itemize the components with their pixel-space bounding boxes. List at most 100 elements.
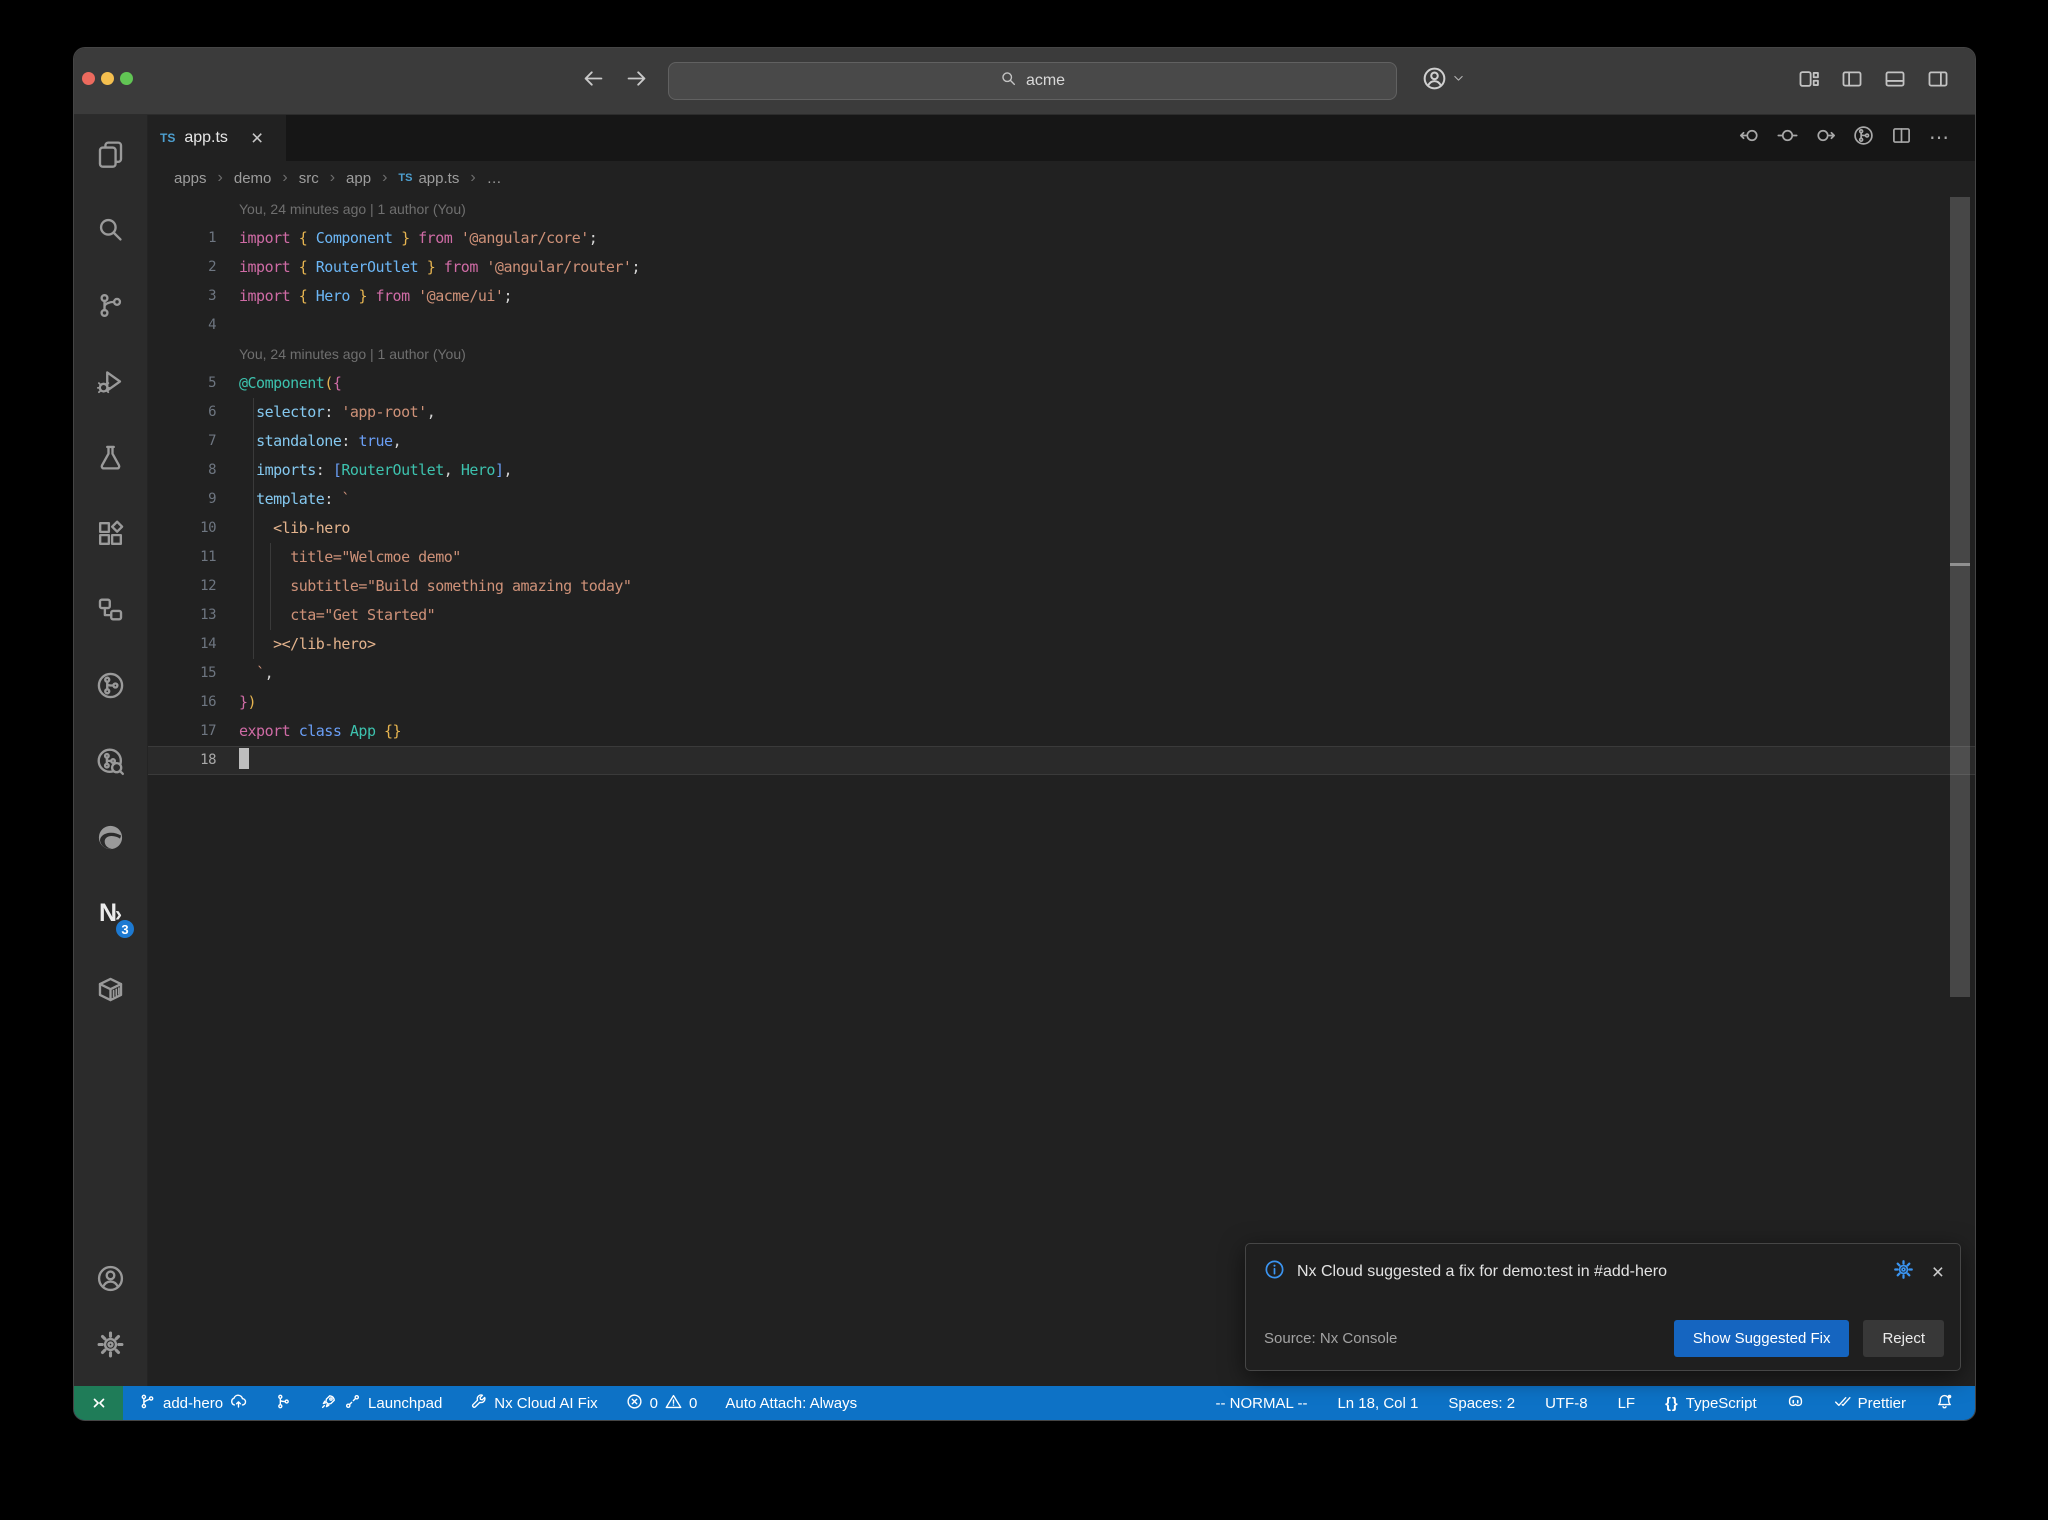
status-cursor-position-label: Ln 18, Col 1 [1337,1394,1419,1412]
activity-item-settings[interactable] [74,1311,147,1377]
status-indentation[interactable]: Spaces: 2 [1448,1395,1515,1412]
tab-close-icon[interactable]: × [251,128,263,149]
breadcrumb-item-src[interactable]: src [299,170,319,187]
line-number[interactable]: 15 [148,659,239,688]
code-editor[interactable]: You, 24 minutes ago | 1 author (You) 1 imp… [148,195,1975,1386]
nav-forward-button[interactable] [1815,125,1836,151]
status-prettier[interactable]: Prettier [1834,1393,1906,1414]
tab-app-ts[interactable]: TS app.ts × [148,115,286,161]
code-line-1[interactable]: 1 import { Component } from '@angular/cor… [148,224,1975,253]
line-number[interactable]: 9 [148,485,239,514]
activity-item-project-hierarchy[interactable] [74,571,147,647]
code-line-18[interactable]: 18 [148,746,1975,775]
code-line-16[interactable]: 16}) [148,688,1975,717]
close-button[interactable] [82,72,95,85]
line-number[interactable]: 14 [148,630,239,659]
code-line-3[interactable]: 3 import { Hero } from '@acme/ui'; [148,282,1975,311]
activity-item-nx-console[interactable]: N› 3 [74,875,147,951]
code-line-7[interactable]: 7 standalone: true, [148,427,1975,456]
minimize-button[interactable] [101,72,114,85]
code-line-4[interactable]: 4 [148,311,1975,340]
history-back-button[interactable] [582,67,605,95]
line-number[interactable]: 4 [148,311,239,340]
line-number [148,195,239,224]
activity-item-source-control[interactable] [74,267,147,343]
code-line-8[interactable]: 8 imports: [RouterOutlet, Hero], [148,456,1975,485]
code-line-13[interactable]: 13 cta="Get Started" [148,601,1975,630]
code-line-6[interactable]: 6 selector: 'app-root', [148,398,1975,427]
reject-button[interactable]: Reject [1863,1320,1944,1357]
line-number[interactable]: 6 [148,398,239,427]
status-commit-graph[interactable] [275,1393,292,1414]
line-number[interactable]: 1 [148,224,239,253]
status-branch-status[interactable]: add-hero [139,1393,247,1414]
code-line-9[interactable]: 9 template: ` [148,485,1975,514]
activity-item-commit-graph-search[interactable] [74,723,147,799]
activity-item-explorer[interactable] [74,115,147,191]
history-forward-button[interactable] [625,67,648,95]
close-icon[interactable]: × [1932,1262,1944,1283]
status-copilot[interactable] [1787,1393,1804,1414]
split-editor-button[interactable] [1891,125,1912,151]
status-auto-attach[interactable]: Auto Attach: Always [725,1395,857,1412]
line-number[interactable]: 2 [148,253,239,282]
status-launchpad[interactable]: Launchpad [320,1393,442,1414]
status-nx-cloud-ai-fix[interactable]: Nx Cloud AI Fix [470,1393,598,1414]
line-content: `, [256,664,274,682]
activity-item-extensions[interactable] [74,495,147,571]
activity-item-search[interactable] [74,191,147,267]
breadcrumb-item-apps[interactable]: apps [174,170,207,187]
toggle-secondary-sidebar-button[interactable] [1927,68,1949,95]
toggle-panel-button[interactable] [1884,68,1906,95]
code-line-17[interactable]: 17 export class App {} [148,717,1975,746]
activity-item-edge-tools[interactable] [74,799,147,875]
nav-position-button[interactable] [1777,125,1798,151]
breadcrumb-item-[interactable]: … [487,170,502,187]
customize-layout-button[interactable] [1798,68,1820,95]
activity-item-testing[interactable] [74,419,147,495]
breadcrumb-item-app[interactable]: app [346,170,371,187]
line-number[interactable]: 11 [148,543,239,572]
breadcrumb-item-appts[interactable]: TS app.ts [398,170,459,187]
zoom-button[interactable] [120,72,133,85]
gear-icon[interactable] [1893,1259,1914,1285]
more-actions-button[interactable]: ⋯ [1929,128,1949,149]
code-line-10[interactable]: 10 <lib-hero [148,514,1975,543]
code-line-12[interactable]: 12 subtitle="Build something amazing tod… [148,572,1975,601]
status-vim-mode[interactable]: -- NORMAL -- [1216,1395,1308,1412]
command-center-search[interactable]: acme [668,62,1397,100]
status-eol-sequence[interactable]: LF [1618,1395,1636,1412]
code-line-5[interactable]: 5 @Component({ [148,369,1975,398]
status-cursor-position[interactable]: Ln 18, Col 1 [1337,1395,1418,1412]
line-number[interactable]: 17 [148,717,239,746]
code-line-15[interactable]: 15 `, [148,659,1975,688]
activity-item-accounts[interactable] [74,1245,147,1311]
status-language-mode[interactable]: {} TypeScript [1665,1395,1757,1412]
activity-item-run-and-debug[interactable] [74,343,147,419]
nav-back-button[interactable] [1739,125,1760,151]
remote-indicator[interactable] [74,1386,123,1420]
activity-item-git-graph[interactable] [74,647,147,723]
code-line-2[interactable]: 2 import { RouterOutlet } from '@angular/… [148,253,1975,282]
show-suggested-fix-button[interactable]: Show Suggested Fix [1673,1320,1850,1357]
code-line-11[interactable]: 11 title="Welcmoe demo" [148,543,1975,572]
nx-graph-button[interactable] [1853,125,1874,151]
line-number[interactable]: 3 [148,282,239,311]
line-number[interactable]: 16 [148,688,239,717]
line-number[interactable]: 10 [148,514,239,543]
line-number[interactable]: 18 [148,746,239,775]
status-notifications[interactable] [1936,1393,1953,1414]
line-number[interactable]: 13 [148,601,239,630]
activity-item-dev-containers[interactable] [74,951,147,1027]
code-line-14[interactable]: 14 ></lib-hero> [148,630,1975,659]
line-number[interactable]: 12 [148,572,239,601]
breadcrumb-item-demo[interactable]: demo [234,170,272,187]
line-number[interactable]: 8 [148,456,239,485]
accounts-menu[interactable] [1422,48,1465,114]
line-number[interactable]: 7 [148,427,239,456]
line-number[interactable]: 5 [148,369,239,398]
status-encoding[interactable]: UTF-8 [1545,1395,1588,1412]
toggle-primary-sidebar-button[interactable] [1841,68,1863,95]
status-problems[interactable]: 00 [626,1393,697,1414]
line-content: @Component({ [239,374,342,392]
